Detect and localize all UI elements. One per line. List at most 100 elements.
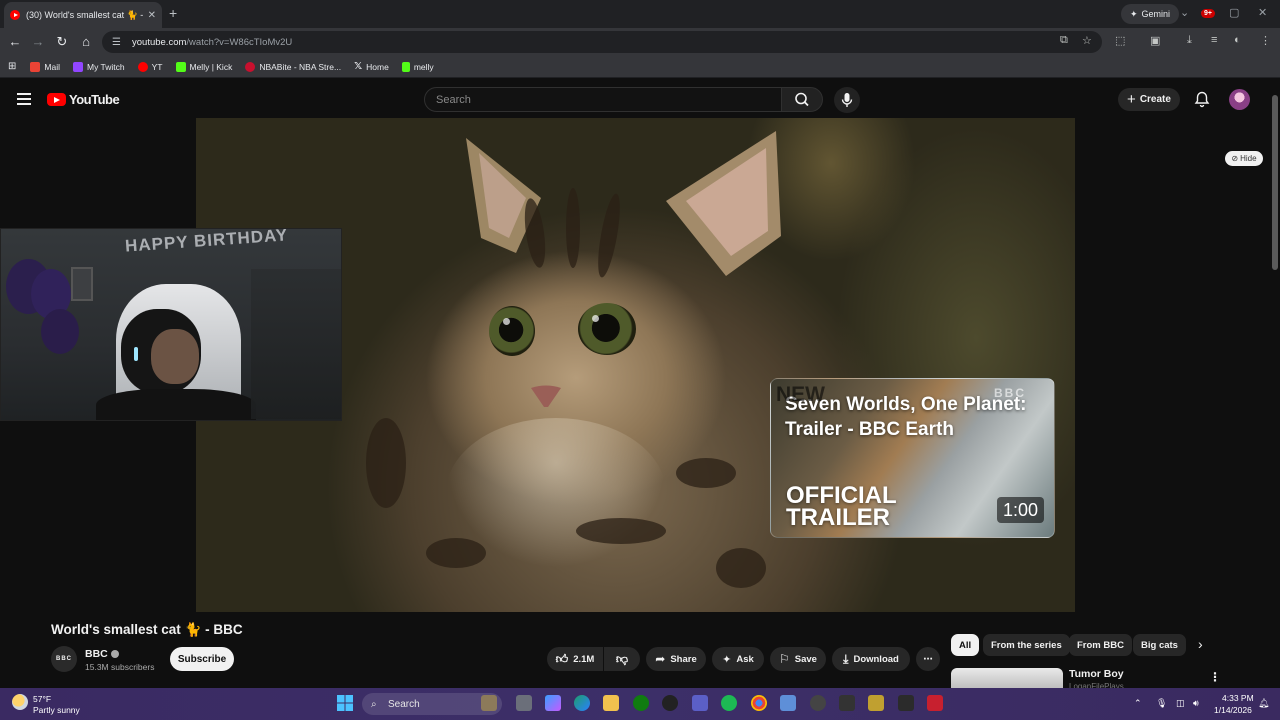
subscribe-button[interactable]: Subscribe — [170, 647, 234, 671]
weather-temperature[interactable]: 57°F — [33, 694, 51, 704]
chrome-menu-icon[interactable]: ⋮ — [1260, 34, 1271, 47]
browser-tab-active[interactable]: (30) World's smallest cat 🐈 - BBC ✕ — [4, 2, 162, 28]
clock-date[interactable]: 1/14/2026 — [1214, 705, 1252, 715]
site-info-icon[interactable]: ☰ — [112, 37, 124, 48]
close-window-button[interactable]: ✕ — [1258, 6, 1267, 19]
bookmark-twitch[interactable]: My Twitch — [72, 61, 125, 72]
windows-start-icon[interactable] — [337, 695, 353, 711]
ask-button[interactable]: ✦ Ask — [712, 647, 764, 671]
mic-tray-icon[interactable]: 🎙︎ — [1156, 698, 1167, 709]
obs-app-icon[interactable] — [868, 695, 884, 711]
search-button[interactable] — [781, 87, 823, 112]
more-horizontal-icon: ⋯ — [923, 653, 933, 665]
chip-all[interactable]: All — [951, 634, 980, 656]
recommendation-thumbnail[interactable] — [951, 668, 1063, 690]
subscriber-count: 15.3M subscribers — [85, 662, 155, 672]
cat-body-spot — [716, 548, 766, 588]
channel-avatar[interactable]: BBC — [51, 646, 77, 672]
red-app-icon[interactable] — [927, 695, 943, 711]
spotify-icon[interactable] — [721, 695, 737, 711]
tab-search-icon[interactable]: ⌄ — [1180, 6, 1189, 19]
bookmark-x-home[interactable]: 𝕏 Home — [354, 61, 389, 72]
forward-button[interactable]: → — [30, 34, 46, 49]
search-input[interactable]: Search — [424, 87, 782, 112]
download-button[interactable]: ⤓ Download — [832, 647, 910, 671]
create-button[interactable]: + Create — [1118, 88, 1180, 111]
show-hidden-icons[interactable]: ⌃ — [1134, 698, 1142, 709]
menu-icon[interactable] — [17, 93, 31, 108]
hide-overlay-button[interactable]: ⊘ Hide — [1225, 151, 1263, 166]
weather-description[interactable]: Partly sunny — [33, 705, 80, 715]
cat-body-spot — [366, 418, 406, 508]
extensions-icon[interactable]: ⬚ — [1115, 34, 1125, 47]
chevron-right-icon[interactable]: › — [1198, 636, 1203, 652]
steam-icon[interactable] — [662, 695, 678, 711]
sidebar-icon[interactable]: ▣ — [1150, 34, 1160, 47]
chip-from-bbc[interactable]: From BBC — [1069, 634, 1132, 656]
chrome-icon[interactable] — [751, 695, 767, 711]
cat-body-spot — [576, 518, 666, 544]
bookmark-star-icon[interactable]: ☆ — [1082, 34, 1092, 47]
endcard-bbc-mark: BBC — [994, 386, 1026, 400]
clock-time[interactable]: 4:33 PM — [1222, 693, 1254, 703]
youtube-logo[interactable]: YouTube — [47, 92, 120, 107]
address-bar[interactable]: ☰ youtube.com /watch?v=W86cTIoMv2U — [102, 31, 1102, 53]
voice-search-button[interactable] — [834, 87, 860, 113]
profile-icon[interactable]: ◐ — [1234, 34, 1241, 46]
network-icon[interactable]: ◫ — [1176, 698, 1185, 709]
bookmark-yt[interactable]: YT — [137, 61, 163, 72]
terminal-icon[interactable] — [839, 695, 855, 711]
nba-icon — [245, 61, 256, 72]
page-scrollbar-thumb[interactable] — [1272, 95, 1278, 270]
more-actions-button[interactable]: ⋯ — [916, 647, 940, 671]
notifications-center-icon[interactable]: 🔔︎ — [1258, 698, 1269, 709]
new-tab-button[interactable]: + — [169, 5, 177, 21]
gemini-button[interactable]: ✦ Gemini — [1121, 4, 1180, 24]
cat-nose — [531, 385, 561, 407]
bookmark-mail[interactable]: Mail — [30, 61, 60, 72]
dislike-button[interactable]: 👎︎ — [604, 647, 640, 671]
recommendation-title[interactable]: Tumor Boy — [1069, 668, 1124, 680]
reading-mode-icon[interactable]: ≡ — [1211, 34, 1217, 46]
bookmark-kick[interactable]: Melly | Kick — [175, 61, 233, 72]
copilot-icon[interactable] — [545, 695, 561, 711]
reload-button[interactable]: ↻ — [54, 34, 70, 50]
maximize-button[interactable]: ▢ — [1229, 6, 1239, 19]
bookmark-kick-label: Melly | Kick — [189, 61, 233, 72]
download-label: Download — [853, 653, 899, 665]
channel-name[interactable]: BBC — [85, 648, 119, 660]
photos-icon[interactable] — [780, 695, 796, 711]
media-player-icon[interactable] — [810, 695, 826, 711]
home-button[interactable]: ⌂ — [78, 34, 94, 49]
youtube-logo-text: YouTube — [69, 92, 120, 107]
volume-icon[interactable]: 🔊︎ — [1193, 698, 1199, 709]
store-icon[interactable] — [692, 695, 708, 711]
task-view-icon[interactable] — [516, 695, 532, 711]
youtube-header: YouTube Search + Create — [0, 80, 1270, 118]
chip-from-series[interactable]: From the series — [983, 634, 1070, 656]
file-explorer-icon[interactable] — [603, 695, 619, 711]
notifications-button[interactable] — [1193, 90, 1211, 113]
save-button[interactable]: ⚐ Save — [770, 647, 826, 671]
app-icon[interactable] — [898, 695, 914, 711]
weather-partly-sunny-icon[interactable] — [12, 694, 28, 710]
account-avatar[interactable] — [1229, 89, 1250, 110]
bookmark-home-label: Home — [366, 61, 389, 72]
share-button[interactable]: ➦ Share — [646, 647, 706, 671]
taskbar-search-label: Search — [388, 698, 420, 710]
recommendation-menu-icon[interactable]: ⋮ — [1209, 670, 1221, 684]
download-icon[interactable]: ⤓ — [1187, 34, 1192, 47]
back-button[interactable]: ← — [7, 34, 23, 49]
taskbar-search-icon: ⌕ — [371, 698, 377, 710]
bookmark-mail-label: Mail — [44, 61, 60, 72]
bookmark-melly[interactable]: melly — [401, 61, 434, 72]
apps-grid-icon[interactable]: ⊞ — [8, 61, 16, 72]
url-path: /watch?v=W86cTIoMv2U — [186, 36, 293, 48]
tab-close-icon[interactable]: ✕ — [148, 10, 156, 21]
xbox-icon[interactable] — [633, 695, 649, 711]
cast-icon[interactable]: ⧉ — [1060, 34, 1068, 47]
like-button[interactable]: 👍︎ 2.1M — [547, 647, 603, 671]
chip-big-cats[interactable]: Big cats — [1133, 634, 1186, 656]
edge-icon[interactable] — [574, 695, 590, 711]
bookmark-nbabite[interactable]: NBABite - NBA Stre... — [245, 61, 341, 72]
